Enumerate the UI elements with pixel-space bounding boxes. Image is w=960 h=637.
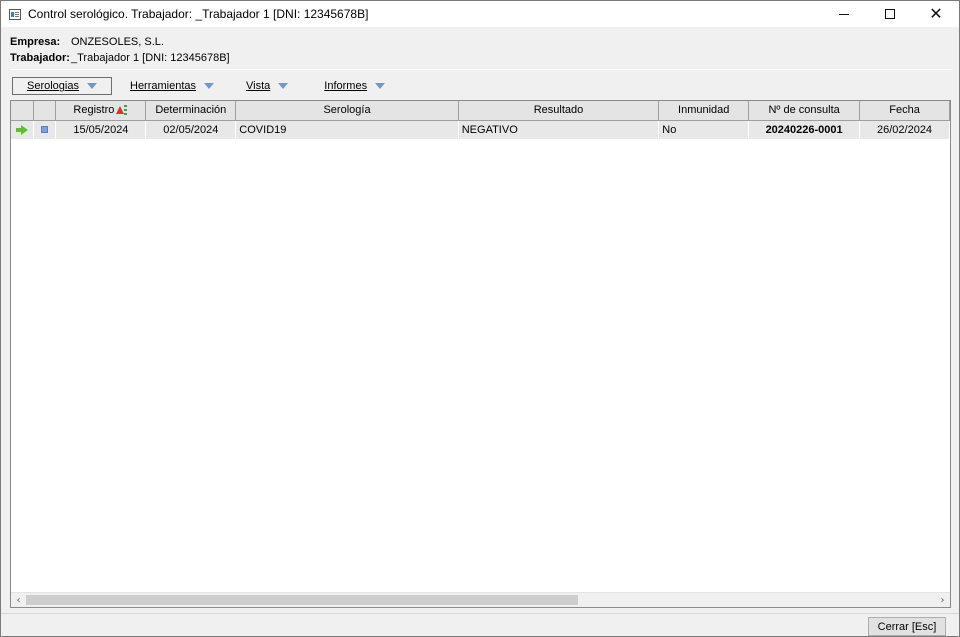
- minimize-icon: [839, 13, 849, 15]
- sort-ascending-icon: [116, 105, 128, 116]
- dropdown-arrow-icon: [375, 83, 386, 89]
- cell-fecha[interactable]: 26/02/2024: [859, 120, 950, 139]
- column-header-resultado[interactable]: Resultado: [458, 101, 660, 121]
- menu-vista-label: Vista: [246, 80, 271, 92]
- maximize-icon: [885, 9, 895, 19]
- dropdown-arrow-icon: [278, 83, 289, 89]
- cell-registro[interactable]: 15/05/2024: [55, 120, 147, 139]
- cell-determinacion[interactable]: 02/05/2024: [145, 120, 237, 139]
- table-header-row: Registro Determinación Serología Resulta…: [11, 101, 950, 121]
- close-window-button[interactable]: ✕: [913, 1, 959, 27]
- window-title: Control serológico. Trabajador: _Trabaja…: [28, 7, 369, 21]
- record-icon: [41, 126, 49, 134]
- serology-grid[interactable]: Registro Determinación Serología Resulta…: [10, 100, 951, 608]
- serology-control-window: Control serológico. Trabajador: _Trabaja…: [0, 0, 960, 637]
- column-header-indicator: [11, 101, 35, 121]
- title-bar[interactable]: Control serológico. Trabajador: _Trabaja…: [1, 1, 959, 27]
- dropdown-arrow-icon: [86, 83, 97, 89]
- worker-info: Empresa: ONZESOLES, S.L. Trabajador: _Tr…: [10, 34, 952, 66]
- window-controls: ✕: [821, 1, 959, 27]
- column-header-registro[interactable]: Registro: [55, 101, 147, 121]
- scroll-left-icon[interactable]: ‹: [11, 593, 26, 607]
- row-state-cell: [33, 120, 57, 139]
- column-header-fecha[interactable]: Fecha: [859, 101, 950, 121]
- column-header-state: [33, 101, 57, 121]
- menu-herramientas-label: Herramientas: [130, 80, 197, 92]
- column-header-inmunidad[interactable]: Inmunidad: [658, 101, 750, 121]
- menu-bar: Serologias Herramientas Vista Informes: [12, 77, 389, 95]
- footer-separator: [1, 613, 959, 614]
- company-row: Empresa: ONZESOLES, S.L.: [10, 34, 952, 50]
- cell-resultado[interactable]: NEGATIVO: [458, 120, 660, 139]
- worker-row: Trabajador: _Trabajador 1 [DNI: 12345678…: [10, 50, 952, 66]
- column-header-registro-label: Registro: [73, 104, 115, 117]
- cell-inmunidad[interactable]: No: [658, 120, 750, 139]
- dropdown-arrow-icon: [204, 83, 215, 89]
- worker-value: _Trabajador 1 [DNI: 12345678B]: [71, 52, 230, 64]
- row-indicator-cell: [11, 120, 35, 139]
- maximize-button[interactable]: [867, 1, 913, 27]
- menu-serologias-label: Serologias: [27, 80, 79, 92]
- company-value: ONZESOLES, S.L.: [71, 36, 164, 48]
- current-row-arrow-icon: [16, 125, 29, 136]
- cell-consulta[interactable]: 20240226-0001: [748, 120, 861, 139]
- menu-herramientas[interactable]: Herramientas: [126, 77, 218, 95]
- company-label: Empresa:: [10, 36, 61, 48]
- menu-informes[interactable]: Informes: [320, 77, 389, 95]
- column-header-serologia[interactable]: Serología: [235, 101, 459, 121]
- scroll-thumb[interactable]: [26, 595, 578, 605]
- menu-vista[interactable]: Vista: [242, 77, 292, 95]
- menu-informes-label: Informes: [324, 80, 368, 92]
- scroll-right-icon[interactable]: ›: [935, 593, 950, 607]
- app-window-icon: [9, 8, 21, 20]
- horizontal-scrollbar[interactable]: ‹ ›: [11, 592, 950, 607]
- menu-serologias[interactable]: Serologias: [12, 77, 112, 95]
- close-button[interactable]: Cerrar [Esc]: [868, 617, 946, 636]
- column-header-consulta[interactable]: Nº de consulta: [748, 101, 861, 121]
- minimize-button[interactable]: [821, 1, 867, 27]
- worker-label: Trabajador:: [10, 52, 70, 64]
- column-header-determinacion[interactable]: Determinación: [145, 101, 237, 121]
- cell-serologia[interactable]: COVID19: [235, 120, 459, 139]
- close-icon: ✕: [929, 4, 943, 23]
- header-separator: [10, 69, 952, 70]
- serology-table: Registro Determinación Serología Resulta…: [11, 101, 950, 139]
- table-row[interactable]: 15/05/2024 02/05/2024 COVID19 NEGATIVO N…: [11, 120, 950, 139]
